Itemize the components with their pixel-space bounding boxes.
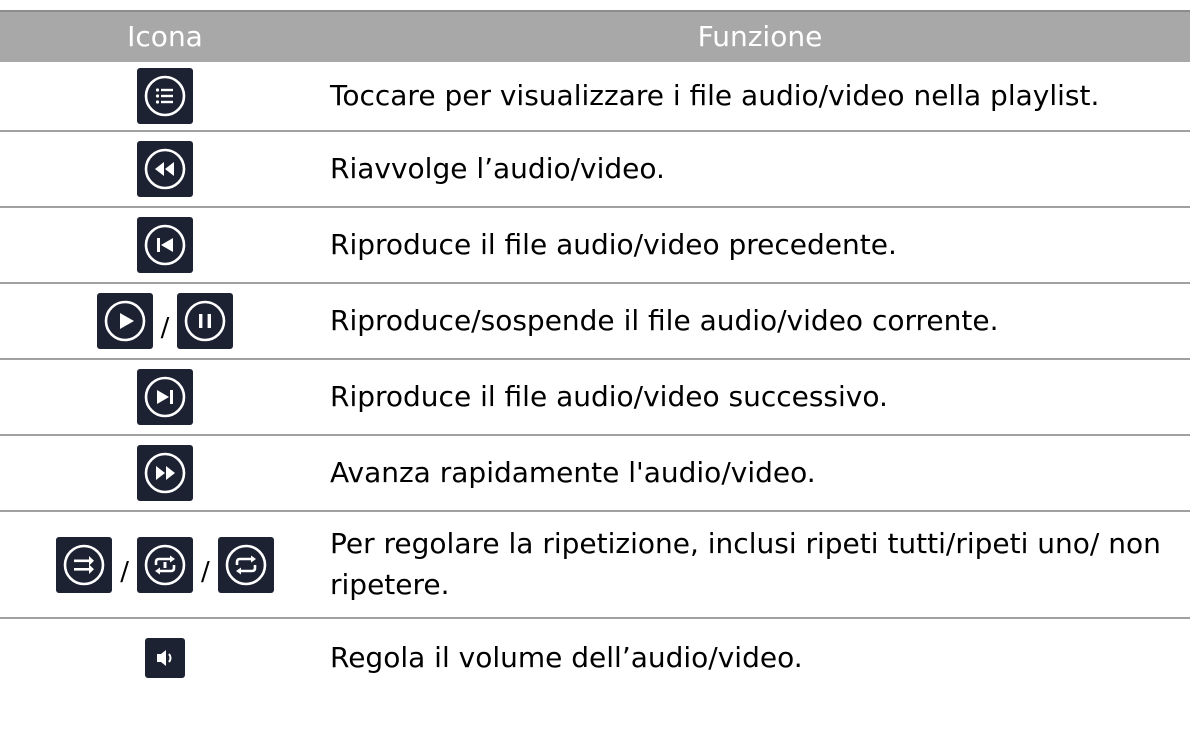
table-row: Riavvolge l’audio/video. — [0, 132, 1190, 208]
play-icon[interactable] — [96, 293, 153, 349]
table-row: / / Per regolare la ripetizione, inclusi… — [0, 512, 1190, 619]
table-row: Toccare per visualizzare i file audio/vi… — [0, 62, 1190, 132]
icon-cell — [0, 62, 330, 130]
volume-icon[interactable] — [145, 638, 185, 678]
function-description: Regola il volume dell’audio/video. — [330, 640, 803, 674]
function-description: Riproduce il file audio/video successivo… — [330, 379, 888, 413]
icon-cell — [0, 208, 330, 282]
function-description: Avanza rapidamente l'audio/video. — [330, 455, 816, 489]
separator: / — [160, 313, 170, 343]
function-description: Toccare per visualizzare i file audio/vi… — [330, 78, 1100, 112]
previous-icon[interactable] — [137, 217, 193, 273]
icon-cell: / / — [0, 512, 330, 617]
table-row: Regola il volume dell’audio/video. — [0, 619, 1190, 697]
table-row: / Riproduce/sospende il file audio/video… — [0, 284, 1190, 360]
next-icon[interactable] — [137, 369, 193, 425]
fast-forward-icon[interactable] — [137, 445, 193, 501]
icon-cell: / — [0, 284, 330, 358]
icon-cell — [0, 360, 330, 434]
function-description: Riproduce il file audio/video precedente… — [330, 227, 897, 261]
rewind-icon[interactable] — [137, 141, 193, 197]
icon-cell — [0, 436, 330, 510]
repeat-icon[interactable] — [217, 536, 274, 593]
table-row: Riproduce il file audio/video precedente… — [0, 208, 1190, 284]
function-description: Riproduce/sospende il file audio/video c… — [330, 303, 999, 337]
shuffle-icon[interactable] — [56, 536, 113, 593]
table-row: Avanza rapidamente l'audio/video. — [0, 436, 1190, 512]
function-description: Per regolare la ripetizione, inclusi rip… — [330, 526, 1161, 601]
pause-icon[interactable] — [177, 293, 234, 349]
header-icon-column: Icona — [127, 20, 203, 53]
header-function-column: Funzione — [697, 20, 823, 53]
icon-cell — [0, 619, 330, 697]
separator: / — [201, 556, 210, 587]
function-description: Riavvolge l’audio/video. — [330, 151, 665, 185]
table-header: Icona Funzione — [0, 10, 1190, 62]
separator: / — [120, 556, 129, 587]
playlist-icon[interactable] — [137, 68, 193, 124]
icon-cell — [0, 132, 330, 206]
repeat-all-icon[interactable] — [137, 536, 193, 593]
table-row: Riproduce il file audio/video successivo… — [0, 360, 1190, 436]
icon-function-table: Icona Funzione Toccare per visualizzare … — [0, 10, 1190, 697]
